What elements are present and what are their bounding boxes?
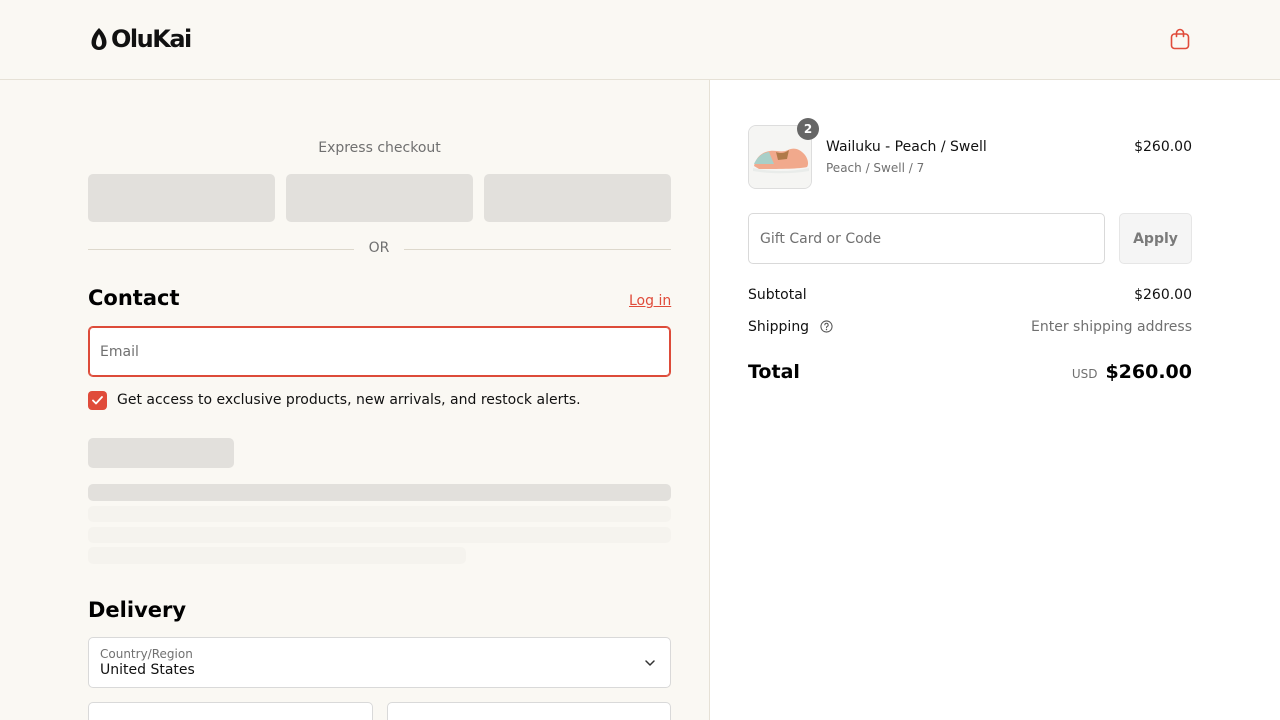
marketing-checkbox-label: Get access to exclusive products, new ar…: [117, 392, 581, 408]
or-divider-text: OR: [368, 240, 390, 256]
express-checkout-title: Express checkout: [318, 140, 441, 156]
logo-mark-icon: [91, 28, 107, 50]
total-label: Total: [748, 361, 800, 383]
site-header: OluKai: [0, 0, 1280, 80]
logo-text: OluKai: [111, 25, 192, 53]
shipping-value: Enter shipping address: [1031, 319, 1192, 335]
express-pay-button-3[interactable]: [484, 174, 671, 222]
email-input[interactable]: [89, 327, 670, 376]
email-field[interactable]: [88, 326, 671, 377]
gift-card-field[interactable]: [748, 213, 1105, 264]
cart-button[interactable]: [1168, 27, 1192, 51]
loading-skeleton-line: [88, 547, 466, 564]
help-circle-icon[interactable]: [819, 320, 833, 333]
product-name: Wailuku - Peach / Swell: [826, 139, 987, 155]
subtotal-value: $260.00: [1134, 287, 1192, 303]
total-amount: USD $260.00: [1072, 361, 1192, 383]
subtotal-label: Subtotal: [748, 287, 807, 303]
checkmark-icon: [92, 396, 103, 405]
express-pay-button-1[interactable]: [88, 174, 275, 222]
country-select[interactable]: Country/Region United States: [88, 637, 671, 688]
apply-button[interactable]: Apply: [1119, 213, 1192, 264]
log-in-link[interactable]: Log in: [629, 293, 671, 309]
or-divider: OR: [88, 240, 671, 258]
first-name-field[interactable]: [88, 702, 373, 720]
total-value: $260.00: [1105, 361, 1192, 383]
divider-line-right: [404, 249, 671, 250]
olukai-logo[interactable]: OluKai: [90, 25, 192, 53]
loading-skeleton-button: [88, 438, 234, 468]
checkout-form-panel: Express checkout OR Contact Log in Get a…: [0, 80, 710, 720]
loading-skeleton-line: [88, 484, 671, 501]
gift-card-input[interactable]: [749, 214, 1104, 263]
product-variant: Peach / Swell / 7: [826, 161, 925, 175]
order-summary-panel: 2 Wailuku - Peach / Swell Peach / Swell …: [710, 80, 1280, 720]
shipping-row-label: Shipping: [748, 319, 833, 335]
divider-line-left: [88, 249, 354, 250]
chevron-down-icon: [645, 660, 655, 666]
delivery-heading: Delivery: [88, 598, 187, 622]
last-name-field[interactable]: [387, 702, 671, 720]
loading-skeleton-line: [88, 527, 671, 543]
country-select-value: United States: [100, 662, 195, 678]
marketing-checkbox[interactable]: [88, 391, 107, 410]
product-price: $260.00: [1134, 139, 1192, 155]
quantity-badge: 2: [797, 118, 819, 140]
currency-code: USD: [1071, 367, 1098, 381]
express-pay-button-2[interactable]: [286, 174, 473, 222]
shipping-label: Shipping: [748, 319, 810, 335]
country-select-label: Country/Region: [100, 647, 193, 661]
loading-skeleton-line: [88, 506, 671, 522]
shopping-bag-icon: [1170, 28, 1190, 50]
contact-heading: Contact: [88, 286, 180, 310]
